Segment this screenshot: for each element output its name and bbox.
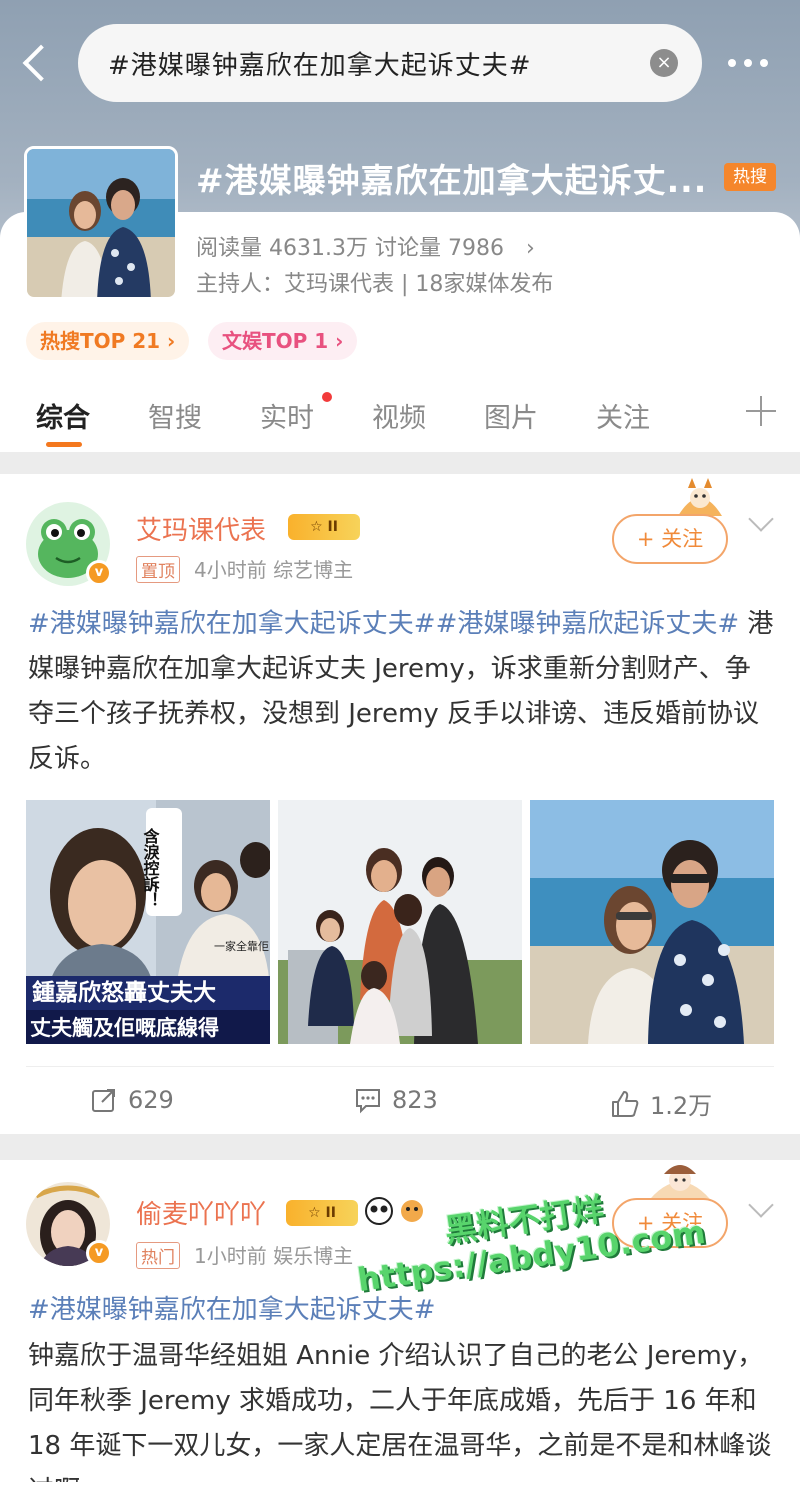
hot-search-badge: 热搜 bbox=[724, 163, 776, 191]
panda-emoji-icon bbox=[365, 1197, 423, 1225]
follow-button[interactable]: + 关注 bbox=[612, 514, 728, 564]
repost-button[interactable]: 629 bbox=[90, 1086, 174, 1114]
add-tab-plus-icon[interactable] bbox=[746, 396, 776, 426]
comment-count: 823 bbox=[392, 1086, 438, 1114]
member-rank-badge: ☆ II bbox=[288, 514, 360, 540]
verified-icon: v bbox=[86, 1240, 112, 1266]
search-input[interactable]: #港媒曝钟嘉欣在加拿大起诉丈夫# × bbox=[78, 24, 702, 102]
tab-bar: 综合 智搜 实时 视频 图片 关注 bbox=[0, 382, 800, 452]
photo-caption-top: 含淚控訴！ bbox=[141, 827, 160, 908]
tab-comprehensive[interactable]: 综合 bbox=[36, 396, 90, 435]
post-username[interactable]: 艾玛课代表 bbox=[136, 510, 266, 547]
back-button[interactable] bbox=[18, 40, 58, 88]
post-meta: 热门 1小时前 娱乐博主 bbox=[136, 1240, 353, 1269]
clear-icon[interactable]: × bbox=[650, 49, 678, 77]
search-query-text: #港媒曝钟嘉欣在加拿大起诉丈夫# bbox=[108, 50, 532, 81]
post-meta: 置顶 4小时前 综艺博主 bbox=[136, 554, 353, 583]
photo-caption-small: 一家全靠佢 bbox=[214, 939, 269, 953]
topic-title: #港媒曝钟嘉欣在加拿大起诉丈... bbox=[196, 161, 708, 200]
chevron-down-icon[interactable] bbox=[748, 1192, 774, 1218]
topic-cover-image bbox=[24, 146, 178, 300]
comment-icon bbox=[356, 1089, 380, 1114]
tab-images[interactable]: 图片 bbox=[484, 396, 538, 435]
post-body: #港媒曝钟嘉欣在加拿大起诉丈夫##港媒曝钟嘉欣起诉丈夫# 港媒曝钟嘉欣在加拿大起… bbox=[28, 602, 776, 782]
hot-search-rank-pill[interactable]: 热搜TOP 21 › bbox=[26, 322, 190, 360]
pinned-tag: 置顶 bbox=[136, 556, 180, 583]
divider bbox=[26, 1066, 774, 1067]
feed-post: v 偷麦吖吖吖 ☆ II 热门 1小时前 娱乐博主 + 关注 #港媒曝钟嘉欣在加拿… bbox=[0, 1160, 800, 1505]
entertainment-rank-pill[interactable]: 文娱TOP 1 › bbox=[208, 322, 358, 360]
photo-caption-line1: 鍾嘉欣怒轟丈夫大 bbox=[32, 979, 216, 1006]
post-topic-line: #港媒曝钟嘉欣在加拿大起诉丈夫# bbox=[28, 1288, 776, 1333]
post-image[interactable]: 含淚控訴！ 一家全靠佢 鍾嘉欣怒轟丈夫大 丈夫觸及佢嘅底線得 bbox=[26, 800, 270, 1044]
tab-realtime[interactable]: 实时 bbox=[260, 396, 314, 435]
topic-stats[interactable]: 阅读量 4631.3万 讨论量 7986 › bbox=[196, 230, 535, 262]
member-rank-badge: ☆ II bbox=[286, 1200, 358, 1226]
more-options-icon[interactable] bbox=[728, 48, 778, 78]
photo-caption-line2: 丈夫觸及佢嘅底線得 bbox=[30, 1016, 219, 1040]
hot-tag: 热门 bbox=[136, 1242, 180, 1269]
post-image[interactable] bbox=[530, 800, 774, 1044]
post-topic-link[interactable]: #港媒曝钟嘉欣在加拿大起诉丈夫# bbox=[28, 1295, 436, 1325]
post-time-category: 1小时前 娱乐博主 bbox=[194, 1244, 354, 1268]
topic-host: 主持人：艾玛课代表 | 18家媒体发布 bbox=[196, 272, 554, 297]
chevron-down-icon[interactable] bbox=[748, 506, 774, 532]
like-count: 1.2万 bbox=[650, 1092, 713, 1120]
topic-stats-text: 阅读量 4631.3万 讨论量 7986 bbox=[196, 236, 504, 261]
repost-icon bbox=[92, 1089, 115, 1112]
thumbs-up-icon bbox=[612, 1090, 639, 1117]
verified-icon: v bbox=[86, 560, 112, 586]
chevron-right-icon: › bbox=[525, 236, 535, 261]
realtime-new-dot bbox=[322, 392, 332, 402]
post-body: 钟嘉欣于温哥华经姐姐 Annie 介绍认识了自己的老公 Jeremy，同年秋季 … bbox=[28, 1341, 772, 1482]
like-button[interactable]: 1.2万 bbox=[610, 1086, 712, 1121]
feed-post: v 艾玛课代表 ☆ II 置顶 4小时前 综艺博主 + 关注 #港媒曝钟嘉欣在加拿… bbox=[0, 474, 800, 1134]
tab-smart-search[interactable]: 智搜 bbox=[148, 396, 202, 435]
tab-following[interactable]: 关注 bbox=[596, 396, 650, 435]
comment-button[interactable]: 823 bbox=[354, 1086, 438, 1114]
post-topic-link[interactable]: #港媒曝钟嘉欣在加拿大起诉丈夫##港媒曝钟嘉欣起诉丈夫# bbox=[28, 609, 739, 639]
post-image[interactable] bbox=[278, 800, 522, 1044]
post-username[interactable]: 偷麦吖吖吖 bbox=[136, 1194, 266, 1231]
tab-video[interactable]: 视频 bbox=[372, 396, 426, 435]
repost-count: 629 bbox=[128, 1086, 174, 1114]
post-time-category: 4小时前 综艺博主 bbox=[194, 558, 354, 582]
active-tab-indicator bbox=[46, 442, 82, 447]
